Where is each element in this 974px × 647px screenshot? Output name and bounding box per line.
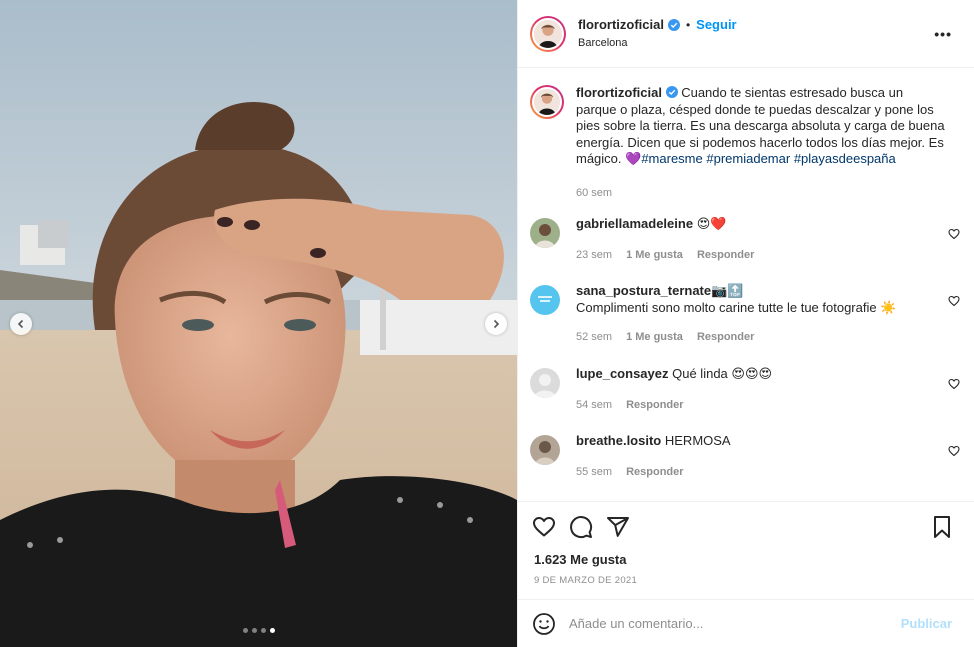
comment-username[interactable]: sana_postura_ternate: [576, 283, 711, 298]
post-header: florortizoficial • Seguir Barcelona •••: [518, 0, 974, 68]
user-badge: 📷🔝: [711, 283, 744, 298]
comment-item: lupe_consayez Qué linda 😍😍😍 54 sem Respo…: [530, 366, 960, 413]
caption: florortizoficial Cuando te sientas estre…: [530, 85, 960, 201]
comment-item: gabriellamadeleine 😍❤️ 23 sem 1 Me gusta…: [530, 216, 960, 263]
commenter-avatar[interactable]: [530, 218, 560, 248]
caption-avatar-image: [534, 89, 560, 115]
reply-button[interactable]: Responder: [626, 397, 683, 414]
caption-time[interactable]: 60 sem: [576, 185, 612, 202]
comments-list: florortizoficial Cuando te sientas estre…: [518, 69, 974, 501]
carousel-dot: [252, 628, 257, 633]
save-bookmark-icon[interactable]: [930, 515, 954, 539]
carousel-next-button[interactable]: [485, 313, 507, 335]
comment-time[interactable]: 52 sem: [576, 329, 612, 346]
comment-text: Complimenti sono molto carine tutte le t…: [576, 299, 897, 315]
verified-badge-icon: [665, 86, 678, 98]
carousel-dot: [243, 628, 248, 633]
comment-time[interactable]: 54 sem: [576, 397, 612, 414]
author-avatar-image: [534, 19, 562, 48]
carousel-dot: [261, 628, 266, 633]
post-side-panel: florortizoficial • Seguir Barcelona •••: [517, 0, 974, 647]
like-heart-icon[interactable]: [532, 515, 556, 539]
comment-text: Qué linda 😍😍😍: [672, 366, 773, 381]
comment-username[interactable]: breathe.losito: [576, 433, 661, 448]
comment-item: breathe.losito HERMOSA 55 sem Responder: [530, 433, 960, 480]
carousel-indicator: [243, 628, 275, 633]
more-options-button[interactable]: •••: [934, 26, 952, 42]
comment-text: 😍❤️: [696, 216, 727, 231]
like-comment-heart-icon[interactable]: [948, 295, 960, 307]
commenter-avatar-image: [530, 285, 560, 315]
chevron-left-icon: [17, 319, 24, 329]
hashtag-link[interactable]: #premiademar: [706, 151, 790, 166]
post-photo[interactable]: [0, 0, 517, 647]
comment-time[interactable]: 23 sem: [576, 247, 612, 264]
like-comment-heart-icon[interactable]: [948, 445, 960, 457]
commenter-avatar[interactable]: [530, 435, 560, 465]
commenter-avatar[interactable]: [530, 368, 560, 398]
comment-likes[interactable]: 1 Me gusta: [626, 329, 683, 346]
comment-username[interactable]: gabriellamadeleine: [576, 216, 693, 231]
caption-username[interactable]: florortizoficial: [576, 85, 662, 100]
comment-likes[interactable]: 1 Me gusta: [626, 247, 683, 264]
chevron-right-icon: [493, 319, 500, 329]
follow-button[interactable]: Seguir: [696, 17, 736, 34]
carousel-dot-active: [270, 628, 275, 633]
reply-button[interactable]: Responder: [626, 464, 683, 481]
add-comment-bar: Publicar: [518, 599, 974, 647]
instagram-post: florortizoficial • Seguir Barcelona •••: [0, 0, 974, 647]
caption-avatar[interactable]: [530, 85, 564, 119]
hashtag-link[interactable]: #playasdeespaña: [794, 151, 896, 166]
commenter-avatar[interactable]: [530, 285, 560, 315]
carousel-prev-button[interactable]: [10, 313, 32, 335]
commenter-avatar-image: [530, 218, 560, 248]
author-avatar[interactable]: [530, 15, 566, 52]
reply-button[interactable]: Responder: [697, 329, 754, 346]
like-comment-heart-icon[interactable]: [948, 378, 960, 390]
default-avatar-icon: [530, 368, 560, 398]
post-location[interactable]: Barcelona: [578, 36, 737, 50]
post-date[interactable]: 9 DE MARZO DE 2021: [534, 575, 637, 586]
comment-input[interactable]: [569, 616, 889, 631]
commenter-avatar-image: [530, 435, 560, 465]
share-paper-plane-icon[interactable]: [606, 515, 630, 539]
selfie-photo: [0, 0, 517, 647]
comment-time[interactable]: 55 sem: [576, 464, 612, 481]
author-username[interactable]: florortizoficial: [578, 17, 664, 34]
comment-username[interactable]: lupe_consayez: [576, 366, 669, 381]
separator-bullet: •: [685, 17, 691, 32]
hashtag-link[interactable]: #maresme: [641, 151, 702, 166]
reply-button[interactable]: Responder: [697, 247, 754, 264]
emoji-smiley-icon[interactable]: [532, 612, 556, 636]
comment-text: HERMOSA: [664, 433, 731, 448]
publish-button[interactable]: Publicar: [901, 616, 952, 631]
like-comment-heart-icon[interactable]: [948, 228, 960, 240]
verified-badge-icon: [667, 19, 680, 32]
comment-bubble-icon[interactable]: [569, 515, 593, 539]
comment-item: sana_postura_ternate📷🔝 Complimenti sono …: [530, 283, 960, 346]
post-actions: 1.623 Me gusta 9 DE MARZO DE 2021: [518, 501, 974, 599]
likes-count[interactable]: 1.623 Me gusta: [534, 552, 627, 567]
